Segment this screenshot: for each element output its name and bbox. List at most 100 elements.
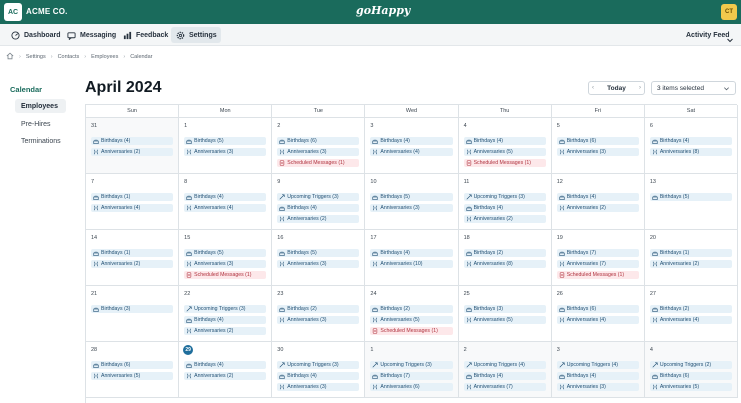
event-chip-birthdays[interactable]: Birthdays (1) xyxy=(91,249,174,257)
event-chip-anniversaries[interactable]: Anniversaries (2) xyxy=(184,327,267,335)
calendar-day-cell[interactable]: 19 Birthdays (7) Anniversaries (7) Schedule… xyxy=(551,230,645,286)
event-chip-anniversaries[interactable]: Anniversaries (4) xyxy=(556,316,639,324)
event-chip-anniversaries[interactable]: Anniversaries (3) xyxy=(184,260,267,268)
sidebar-item-terminations[interactable]: Terminations xyxy=(15,134,66,148)
event-chip-birthdays[interactable]: Birthdays (4) xyxy=(463,372,546,380)
event-chip-birthdays[interactable]: Birthdays (6) xyxy=(556,137,639,145)
calendar-day-cell[interactable]: 18 Birthdays (2) Anniversaries (8) xyxy=(458,230,552,286)
event-chip-birthdays[interactable]: Birthdays (1) xyxy=(91,193,174,201)
event-chip-anniversaries[interactable]: Anniversaries (8) xyxy=(463,260,546,268)
calendar-day-cell[interactable]: 28 Birthdays (6) Anniversaries (5) xyxy=(86,342,180,398)
event-chip-birthdays[interactable]: Birthdays (6) xyxy=(277,137,360,145)
event-chip-anniversaries[interactable]: Anniversaries (5) xyxy=(370,316,453,324)
event-chip-anniversaries[interactable]: Anniversaries (10) xyxy=(370,260,453,268)
event-chip-birthdays[interactable]: Birthdays (2) xyxy=(463,249,546,257)
event-chip-birthdays[interactable]: Birthdays (5) xyxy=(649,193,732,201)
calendar-day-cell[interactable]: 14 Birthdays (1) Anniversaries (2) xyxy=(86,230,180,286)
event-chip-anniversaries[interactable]: Anniversaries (2) xyxy=(649,260,732,268)
user-avatar[interactable]: CT xyxy=(721,4,737,20)
event-chip-birthdays[interactable]: Birthdays (4) xyxy=(277,204,360,212)
breadcrumb-employees[interactable]: Employees xyxy=(91,54,118,60)
event-chip-birthdays[interactable]: Birthdays (4) xyxy=(370,249,453,257)
event-chip-anniversaries[interactable]: Anniversaries (2) xyxy=(184,372,267,380)
event-chip-anniversaries[interactable]: Anniversaries (7) xyxy=(463,383,546,391)
event-chip-birthdays[interactable]: Birthdays (4) xyxy=(184,316,267,324)
event-chip-anniversaries[interactable]: Anniversaries (2) xyxy=(277,215,360,223)
calendar-day-cell[interactable]: 15 Birthdays (5) Anniversaries (3) Schedule… xyxy=(179,230,273,286)
event-chip-anniversaries[interactable]: Anniversaries (4) xyxy=(649,316,732,324)
calendar-day-cell[interactable]: 11 Upcoming Triggers (3) Birthdays (4) Anni… xyxy=(458,174,552,230)
nav-feedback[interactable]: Feedback xyxy=(118,27,172,43)
calendar-day-cell[interactable]: 1 Upcoming Triggers (3) Birthdays (7) Anniv… xyxy=(365,342,459,398)
event-chip-anniversaries[interactable]: Anniversaries (2) xyxy=(91,148,174,156)
event-chip-birthdays[interactable]: Birthdays (7) xyxy=(556,249,639,257)
calendar-day-cell[interactable]: 7 Birthdays (1) Anniversaries (4) xyxy=(86,174,180,230)
event-chip-birthdays[interactable]: Birthdays (5) xyxy=(370,193,453,201)
calendar-day-cell[interactable]: 1 Birthdays (5) Anniversaries (3) xyxy=(179,118,273,174)
calendar-day-cell[interactable]: 16 Birthdays (5) Anniversaries (3) xyxy=(272,230,366,286)
event-chip-birthdays[interactable]: Birthdays (4) xyxy=(463,137,546,145)
event-chip-anniversaries[interactable]: Anniversaries (4) xyxy=(184,204,267,212)
calendar-day-cell[interactable]: 26 Birthdays (6) Anniversaries (4) xyxy=(551,286,645,342)
event-chip-scheduled[interactable]: Scheduled Messages (1) xyxy=(556,271,639,279)
event-chip-birthdays[interactable]: Birthdays (4) xyxy=(184,193,267,201)
event-chip-birthdays[interactable]: Birthdays (4) xyxy=(649,137,732,145)
event-chip-anniversaries[interactable]: Anniversaries (3) xyxy=(277,260,360,268)
calendar-day-cell[interactable]: 2 Birthdays (6) Anniversaries (3) Scheduled… xyxy=(272,118,366,174)
event-chip-birthdays[interactable]: Birthdays (2) xyxy=(370,305,453,313)
activity-feed-link[interactable]: Activity Feed xyxy=(686,32,730,39)
next-month-button[interactable]: › xyxy=(639,85,641,91)
event-chip-anniversaries[interactable]: Anniversaries (6) xyxy=(370,383,453,391)
event-chip-birthdays[interactable]: Birthdays (1) xyxy=(649,249,732,257)
calendar-day-cell[interactable]: 3 Upcoming Triggers (4) Birthdays (4) Anniv… xyxy=(551,342,645,398)
home-icon[interactable] xyxy=(6,52,14,62)
breadcrumb-contacts[interactable]: Contacts xyxy=(58,54,80,60)
event-chip-birthdays[interactable]: Birthdays (4) xyxy=(463,204,546,212)
event-chip-birthdays[interactable]: Birthdays (6) xyxy=(556,305,639,313)
event-chip-triggers[interactable]: Upcoming Triggers (3) xyxy=(463,193,546,201)
calendar-day-cell[interactable]: 2 Upcoming Triggers (4) Birthdays (4) Anniv… xyxy=(458,342,552,398)
event-chip-birthdays[interactable]: Birthdays (2) xyxy=(649,305,732,313)
event-chip-anniversaries[interactable]: Anniversaries (4) xyxy=(91,204,174,212)
event-chip-anniversaries[interactable]: Anniversaries (3) xyxy=(184,148,267,156)
calendar-day-cell[interactable]: 20 Birthdays (1) Anniversaries (2) xyxy=(644,230,738,286)
chevron-down-icon[interactable] xyxy=(726,31,734,43)
event-chip-anniversaries[interactable]: Anniversaries (8) xyxy=(649,148,732,156)
event-chip-triggers[interactable]: Upcoming Triggers (3) xyxy=(184,305,267,313)
calendar-day-cell[interactable]: 22 Upcoming Triggers (3) Birthdays (4) Anni… xyxy=(179,286,273,342)
nav-messaging[interactable]: Messaging xyxy=(62,27,120,43)
event-chip-triggers[interactable]: Upcoming Triggers (3) xyxy=(277,361,360,369)
event-chip-anniversaries[interactable]: Anniversaries (3) xyxy=(556,383,639,391)
calendar-day-cell[interactable]: 4 Upcoming Triggers (2) Birthdays (6) Anniv… xyxy=(644,342,738,398)
calendar-day-cell[interactable]: 31 Birthdays (4) Anniversaries (2) xyxy=(86,118,180,174)
event-chip-anniversaries[interactable]: Anniversaries (2) xyxy=(91,260,174,268)
calendar-day-cell[interactable]: 4 Birthdays (4) Anniversaries (5) Scheduled… xyxy=(458,118,552,174)
event-chip-birthdays[interactable]: Birthdays (5) xyxy=(277,249,360,257)
event-chip-scheduled[interactable]: Scheduled Messages (1) xyxy=(370,327,453,335)
event-chip-anniversaries[interactable]: Anniversaries (3) xyxy=(277,383,360,391)
calendar-day-cell[interactable]: 10 Birthdays (5) Anniversaries (3) xyxy=(365,174,459,230)
event-chip-birthdays[interactable]: Birthdays (2) xyxy=(277,305,360,313)
calendar-day-cell[interactable]: 12 Birthdays (4) Anniversaries (2) xyxy=(551,174,645,230)
event-chip-anniversaries[interactable]: Anniversaries (7) xyxy=(556,260,639,268)
event-chip-birthdays[interactable]: Birthdays (4) xyxy=(277,372,360,380)
calendar-day-cell[interactable]: 27 Birthdays (2) Anniversaries (4) xyxy=(644,286,738,342)
prev-month-button[interactable]: ‹ xyxy=(592,85,594,91)
event-type-filter[interactable]: 3 items selected xyxy=(651,81,736,95)
event-chip-anniversaries[interactable]: Anniversaries (3) xyxy=(277,148,360,156)
nav-settings[interactable]: Settings xyxy=(171,27,221,43)
event-chip-birthdays[interactable]: Birthdays (4) xyxy=(556,372,639,380)
event-chip-triggers[interactable]: Upcoming Triggers (2) xyxy=(649,361,732,369)
calendar-day-cell[interactable]: 5 Birthdays (6) Anniversaries (3) xyxy=(551,118,645,174)
sidebar-item-employees[interactable]: Employees xyxy=(15,99,66,113)
event-chip-anniversaries[interactable]: Anniversaries (5) xyxy=(649,383,732,391)
calendar-day-cell[interactable]: 13 Birthdays (5) xyxy=(644,174,738,230)
event-chip-birthdays[interactable]: Birthdays (3) xyxy=(463,305,546,313)
event-chip-anniversaries[interactable]: Anniversaries (5) xyxy=(463,148,546,156)
calendar-day-cell[interactable]: 3 Birthdays (4) Anniversaries (4) xyxy=(365,118,459,174)
calendar-day-cell[interactable]: 24 Birthdays (2) Anniversaries (5) Schedule… xyxy=(365,286,459,342)
calendar-day-cell[interactable]: 6 Birthdays (4) Anniversaries (8) xyxy=(644,118,738,174)
today-button[interactable]: Today xyxy=(607,85,626,92)
event-chip-scheduled[interactable]: Scheduled Messages (1) xyxy=(184,271,267,279)
event-chip-anniversaries[interactable]: Anniversaries (3) xyxy=(370,204,453,212)
